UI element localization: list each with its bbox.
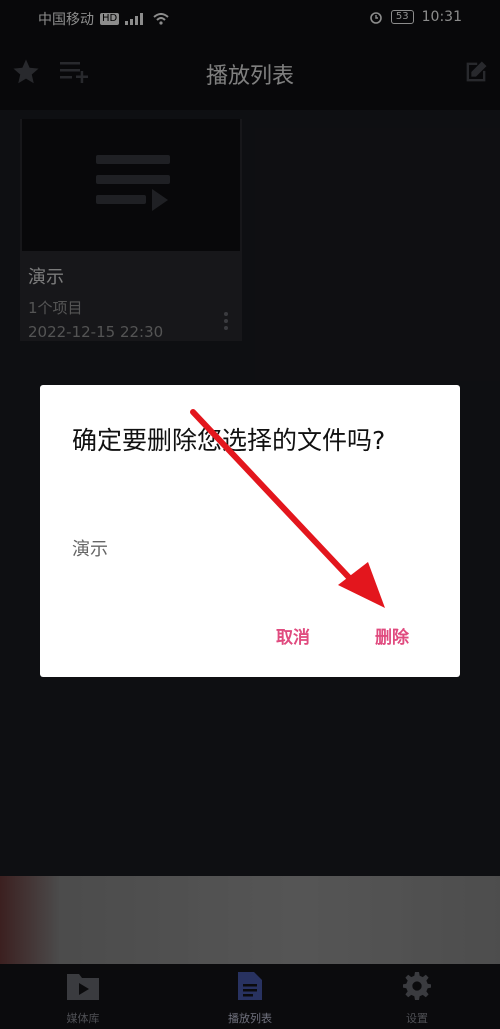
confirm-delete-dialog: 确定要删除您选择的文件吗? 演示 取消 删除 <box>40 385 460 677</box>
delete-button[interactable]: 删除 <box>375 623 409 648</box>
dialog-message: 演示 <box>72 539 108 560</box>
cancel-button[interactable]: 取消 <box>276 623 310 648</box>
dialog-title: 确定要删除您选择的文件吗? <box>72 426 386 455</box>
